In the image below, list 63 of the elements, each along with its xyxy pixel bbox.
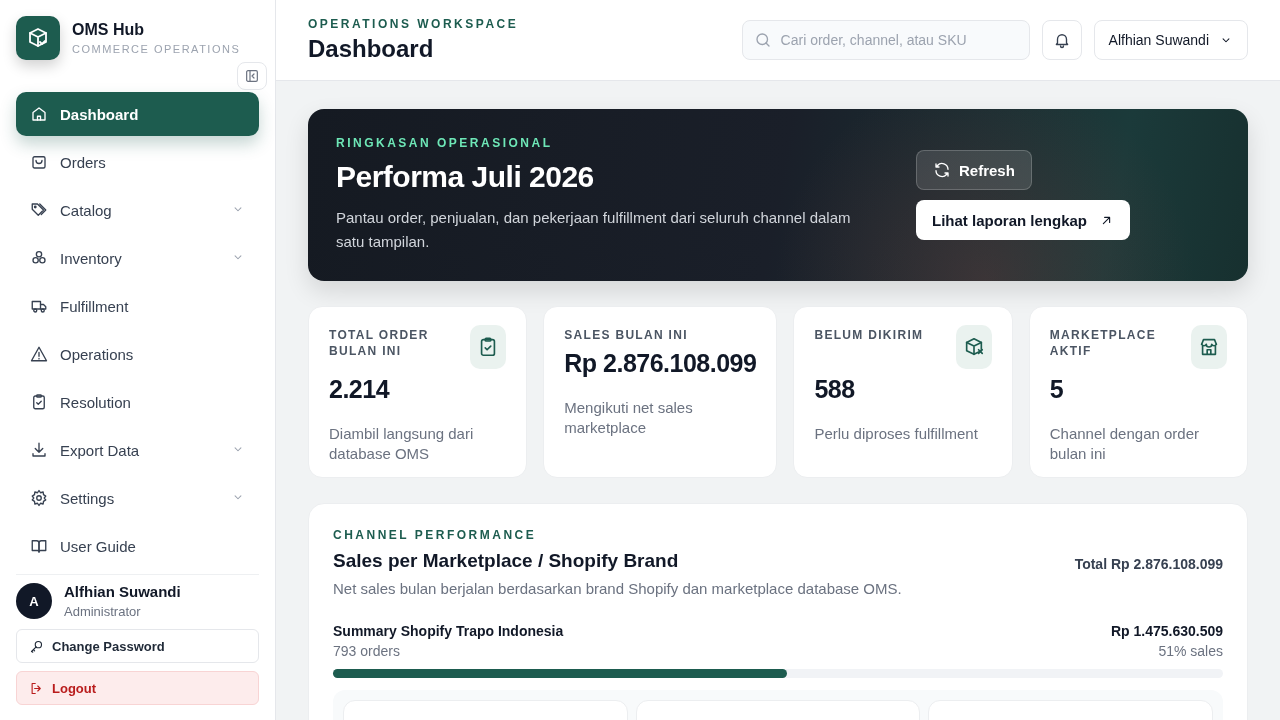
user-role: Administrator [64,604,142,619]
user-menu-button[interactable]: Alfhian Suwandi [1093,20,1248,60]
key-icon [29,638,44,654]
change-password-button[interactable]: Change Password [16,629,259,663]
channel-orders: 793 orders [333,643,401,659]
nav-item[interactable]: Orders [16,140,259,184]
panel-total: Total Rp 2.876.108.099 [1074,556,1223,572]
clipboard-icon [30,393,48,411]
hero-eyebrow: RINGKASAN OPERASIONAL [336,136,554,150]
book-icon [30,537,48,555]
panel-title: Sales per Marketplace / Shopify Brand [333,550,679,572]
user-avatar: A [16,583,52,619]
boxes-icon [30,249,48,267]
hero-description: Pantau order, penjualan, dan pekerjaan fulfillment dari seluruh channel dalam satu tampilan. [336,208,852,252]
nav-item[interactable]: Export Data [16,428,259,472]
logout-icon [29,680,44,696]
stat-label: TOTAL ORDER BULAN INI [329,327,430,360]
stat-label: SALES BULAN INI [564,327,688,343]
brand-subtitle: COMMERCE OPERATIONS [72,43,241,55]
hero-title: Performa Juli 2026 [336,160,595,194]
page-eyebrow: OPERATIONS WORKSPACE [308,17,520,31]
nav-item[interactable]: Catalog [16,188,259,232]
nav-item[interactable]: Operations [16,332,259,376]
nav-item[interactable]: Inventory [16,236,259,280]
panel-description: Net sales bulan berjalan berdasarkan brand Shopify dan marketplace database OMS. [333,580,903,597]
refresh-button[interactable]: Refresh [916,150,1032,190]
stat-note: Perlu diproses fulfillment [814,424,979,444]
nav-item[interactable]: Fulfillment [16,284,259,328]
gear-icon [30,489,48,507]
store-icon [1198,336,1220,358]
user-name: Alfhian Suwandi [64,583,181,600]
nav-item[interactable]: Dashboard [16,92,259,136]
brand-name: OMS Hub [72,21,145,39]
bag-icon [30,153,48,171]
collapse-sidebar-button[interactable] [237,62,267,90]
stat-label: BELUM DIKIRIM [814,327,924,344]
home-icon [30,105,48,123]
page-title: Dashboard [308,35,435,63]
stat-note: Channel dengan order bulan ini [1049,424,1200,464]
channel-name: Summary Shopify Trapo Indonesia [333,623,564,639]
report-button[interactable]: Lihat laporan lengkap [916,200,1131,240]
panel-eyebrow: CHANNEL PERFORMANCE [333,528,538,542]
refresh-icon [933,161,951,179]
nav-item[interactable]: User Guide [16,524,259,568]
search-field[interactable]: Cari order, channel, atau SKU [741,20,1030,60]
channel-amount: Rp 1.475.630.509 [1110,623,1223,639]
stat-value: 5 [1049,375,1065,404]
package-check-icon [26,26,50,50]
stat-value: 588 [814,375,856,404]
download-icon [30,441,48,459]
stat-note: Mengikuti net sales marketplace [564,398,694,438]
tag-icon [30,201,48,219]
stat-value: Rp 2.876.108.099 [564,349,757,378]
stat-note: Diambil langsung dari database OMS [329,424,475,464]
warning-icon [30,345,48,363]
notification-button[interactable] [1041,20,1082,60]
stat-label: MARKETPLACE AKTIF [1049,327,1158,360]
stat-value: 2.214 [329,375,391,404]
nav-item[interactable]: Resolution [16,380,259,424]
logout-button[interactable]: Logout [16,671,259,705]
nav-item[interactable]: Settings [16,476,259,520]
sidebar-collapse-icon [244,68,260,84]
channel-share: 51% sales [1157,643,1223,659]
